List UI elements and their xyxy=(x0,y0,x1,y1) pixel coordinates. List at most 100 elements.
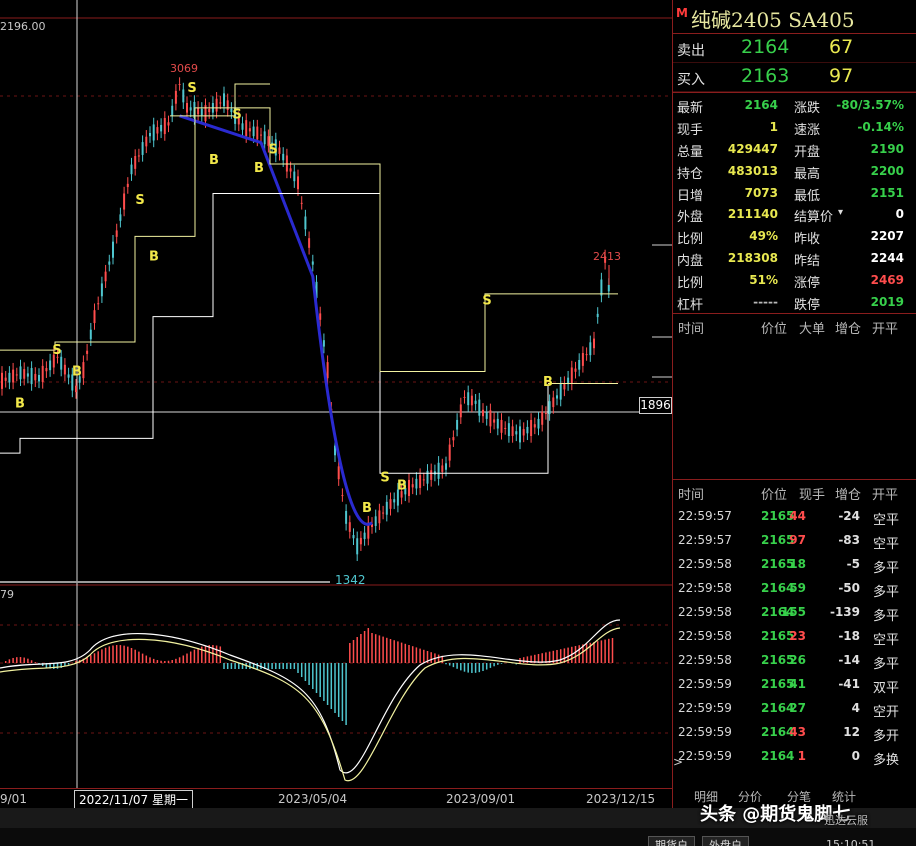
trade-time: 22:59:59 xyxy=(678,725,732,739)
sell-marker: S xyxy=(268,142,277,157)
trade-volume: 43 xyxy=(789,725,806,739)
trade-time: 22:59:59 xyxy=(678,677,732,691)
candle-body xyxy=(208,108,211,113)
trade-open-close: 空开 xyxy=(873,705,900,720)
candle-body xyxy=(174,90,177,104)
candle-body xyxy=(515,431,518,435)
kline-chart-svg[interactable]: SBBSBSBSBSSBBSB xyxy=(0,0,672,808)
candle-body xyxy=(4,377,7,381)
candle-body xyxy=(89,329,92,340)
trade-time: 22:59:57 xyxy=(678,533,732,547)
candle-body xyxy=(322,340,325,347)
contract-title-bar[interactable]: M 纯碱2405 SA405 xyxy=(673,0,916,34)
buy-marker: B xyxy=(149,249,159,264)
candle-body xyxy=(485,412,488,419)
candle-body xyxy=(256,126,259,140)
trade-row[interactable]: 22:59:58 2165 18 -5 多平 xyxy=(673,552,916,576)
candle-body xyxy=(374,516,377,526)
buy-marker: B xyxy=(543,375,553,390)
bid-row[interactable]: 买入 2163 97 xyxy=(673,63,916,92)
trade-volume: 97 xyxy=(789,533,806,547)
stat-value: 429447 xyxy=(727,141,778,156)
candle-body xyxy=(200,108,203,116)
candle-body xyxy=(593,338,595,349)
trade-row[interactable]: 22:59:58 2164 59 -50 多平 xyxy=(673,576,916,600)
stat-value: 0 xyxy=(895,207,904,222)
high-price-label: 3069 xyxy=(170,62,198,75)
contract-name: 纯碱2405 SA405 xyxy=(691,8,855,32)
trade-volume: 44 xyxy=(789,509,806,523)
quote-stats: 最新 2164 涨跌 -80/3.57% 现手 1 速涨 -0.14% 总量 429447 开盘 21… xyxy=(673,92,916,314)
stat-row: 比例 49% 昨收 2207 xyxy=(673,226,916,248)
stat-label: 开盘 xyxy=(794,144,821,160)
bid-price: 2163 xyxy=(741,65,790,87)
trade-open-close: 空平 xyxy=(873,513,900,528)
stat-label: 涨停 xyxy=(794,276,821,292)
trade-open-close: 双平 xyxy=(873,681,900,696)
stat-label: 昨收 xyxy=(794,232,821,248)
sell-marker: S xyxy=(52,343,61,358)
stat-value: ----- xyxy=(753,295,778,310)
candle-body xyxy=(156,127,159,134)
candle-body xyxy=(278,147,281,154)
candle-body xyxy=(300,202,303,204)
candle-body xyxy=(408,479,410,496)
trade-volume: 23 xyxy=(789,629,806,643)
candle-body xyxy=(437,462,440,479)
candle-body xyxy=(544,412,547,414)
candle-body xyxy=(297,176,299,190)
stat-row: 现手 1 速涨 -0.14% xyxy=(673,117,916,139)
foreign-account-button[interactable]: 外盘户 xyxy=(702,836,749,846)
trade-oi-change: 12 xyxy=(843,725,860,739)
chevron-down-icon[interactable]: ▾ xyxy=(838,207,843,218)
stat-row: 总量 429447 开盘 2190 xyxy=(673,139,916,161)
trade-open-close: 空平 xyxy=(873,633,900,648)
candle-body xyxy=(511,426,514,437)
candle-body xyxy=(441,465,444,472)
trade-row[interactable]: 22:59:57 2165 44 -24 空平 xyxy=(673,504,916,528)
trade-open-close: 多平 xyxy=(873,609,900,624)
trade-row[interactable]: 22:59:58 2165 23 -18 空平 xyxy=(673,624,916,648)
candle-body xyxy=(248,128,251,132)
candle-body xyxy=(419,475,422,488)
trade-row[interactable]: 22:59:58 2164 155 -139 多平 xyxy=(673,600,916,624)
candle-body xyxy=(474,400,477,404)
trade-row[interactable]: 22:59:59 2164 27 4 空开 xyxy=(673,696,916,720)
futures-account-button[interactable]: 期货户 xyxy=(648,836,695,846)
buy-marker: B xyxy=(72,365,82,380)
candle-body xyxy=(541,411,544,425)
candle-body xyxy=(470,395,473,406)
candle-body xyxy=(348,522,351,532)
candle-body xyxy=(67,374,70,378)
trade-row[interactable]: 22:59:58 2165 26 -14 多平 xyxy=(673,648,916,672)
candle-body xyxy=(304,216,307,230)
candle-body xyxy=(378,510,381,524)
trade-open-close: 多开 xyxy=(873,729,900,744)
candle-body xyxy=(167,122,170,126)
stat-row: 外盘 211140 结算价 0 ▾ xyxy=(673,204,916,226)
col-price: 价位 xyxy=(761,488,788,503)
sell-marker: S xyxy=(232,108,241,123)
quote-side-panel: M 纯碱2405 SA405 卖出 2164 67 买入 2163 97 最新 2… xyxy=(672,0,916,808)
candle-body xyxy=(30,368,33,385)
trade-oi-change: -14 xyxy=(838,653,860,667)
trade-oi-change: 0 xyxy=(851,749,860,763)
candle-body xyxy=(178,84,181,85)
candle-body xyxy=(12,369,15,383)
trade-row[interactable]: 22:59:59 2164 43 12 多开 xyxy=(673,720,916,744)
stat-label: 涨跌 xyxy=(794,101,821,116)
kline-chart-area[interactable]: SBBSBSBSBSSBBSB 2196.00 3069 2413 1342 1… xyxy=(0,0,672,809)
trade-row[interactable]: 22:59:57 2165 97 -83 空平 xyxy=(673,528,916,552)
candle-body xyxy=(385,501,388,515)
trade-row[interactable]: 22:59:59 2165 41 -41 双平 xyxy=(673,672,916,696)
clock: 15:10:51 xyxy=(826,838,876,846)
col-open-close: 开平 xyxy=(872,322,899,337)
ask-row[interactable]: 卖出 2164 67 xyxy=(673,34,916,63)
candle-body xyxy=(459,404,462,418)
trade-volume: 26 xyxy=(789,653,806,667)
candle-body xyxy=(108,261,111,265)
trade-ticks-list[interactable]: 22:59:57 2165 44 -24 空平 22:59:57 2165 97 -83 空平 22… xyxy=(673,504,916,768)
big-order-panel: 时间 价位 大单 增仓 开平 xyxy=(673,314,916,480)
trade-volume: 18 xyxy=(789,557,806,571)
trade-row[interactable]: 22:59:59 2164 1 0 多换 xyxy=(673,744,916,768)
